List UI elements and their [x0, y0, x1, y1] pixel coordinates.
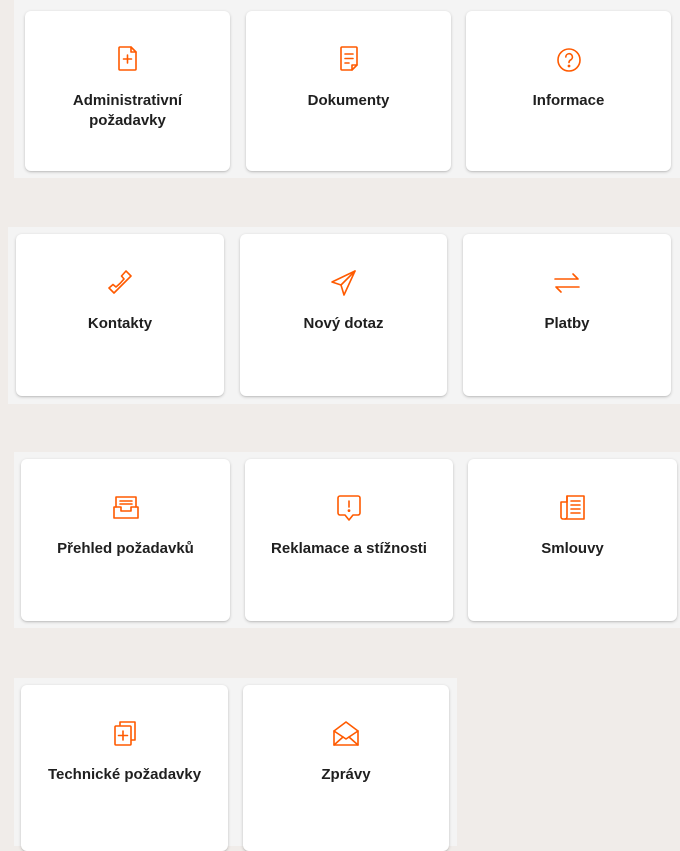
message-alert-icon [332, 491, 366, 525]
tile-zpravy[interactable]: Zprávy [243, 685, 449, 851]
tile-administrativni-pozadavky[interactable]: Administrativní požadavky [25, 11, 230, 171]
tile-dokumenty[interactable]: Dokumenty [246, 11, 451, 171]
tile-label: Kontakty [87, 315, 153, 332]
document-lines-icon [332, 43, 366, 77]
tile-prehled-pozadavku[interactable]: Přehled požadavků [21, 459, 230, 621]
phone-icon [103, 266, 137, 300]
tile-label: Technické požadavky [47, 766, 202, 783]
tile-label: Nový dotaz [303, 315, 384, 332]
tile-novy-dotaz[interactable]: Nový dotaz [240, 234, 447, 396]
tile-smlouvy[interactable]: Smlouvy [468, 459, 677, 621]
tile-platby[interactable]: Platby [463, 234, 671, 396]
inbox-tray-icon [109, 491, 143, 525]
tile-label: Smlouvy [541, 540, 604, 557]
tile-technicke-pozadavky[interactable]: Technické požadavky [21, 685, 228, 851]
tile-kontakty[interactable]: Kontakty [16, 234, 224, 396]
tile-label: Informace [532, 92, 605, 109]
question-circle-icon [552, 43, 586, 77]
contract-pages-icon [556, 491, 590, 525]
tile-label: Dokumenty [307, 92, 390, 109]
document-plus-icon [111, 43, 145, 77]
tile-reklamace-a-stiznosti[interactable]: Reklamace a stížnosti [245, 459, 453, 621]
copy-plus-icon [108, 717, 142, 751]
tile-informace[interactable]: Informace [466, 11, 671, 171]
paper-plane-icon [327, 266, 361, 300]
tile-label: Přehled požadavků [57, 540, 194, 557]
tile-label: Platby [544, 315, 590, 332]
swap-arrows-icon [550, 266, 584, 300]
tile-label: Zprávy [321, 766, 371, 783]
tile-label: Administrativní požadavky [72, 92, 183, 129]
tile-label: Reklamace a stížnosti [271, 540, 427, 557]
envelope-open-icon [329, 717, 363, 751]
